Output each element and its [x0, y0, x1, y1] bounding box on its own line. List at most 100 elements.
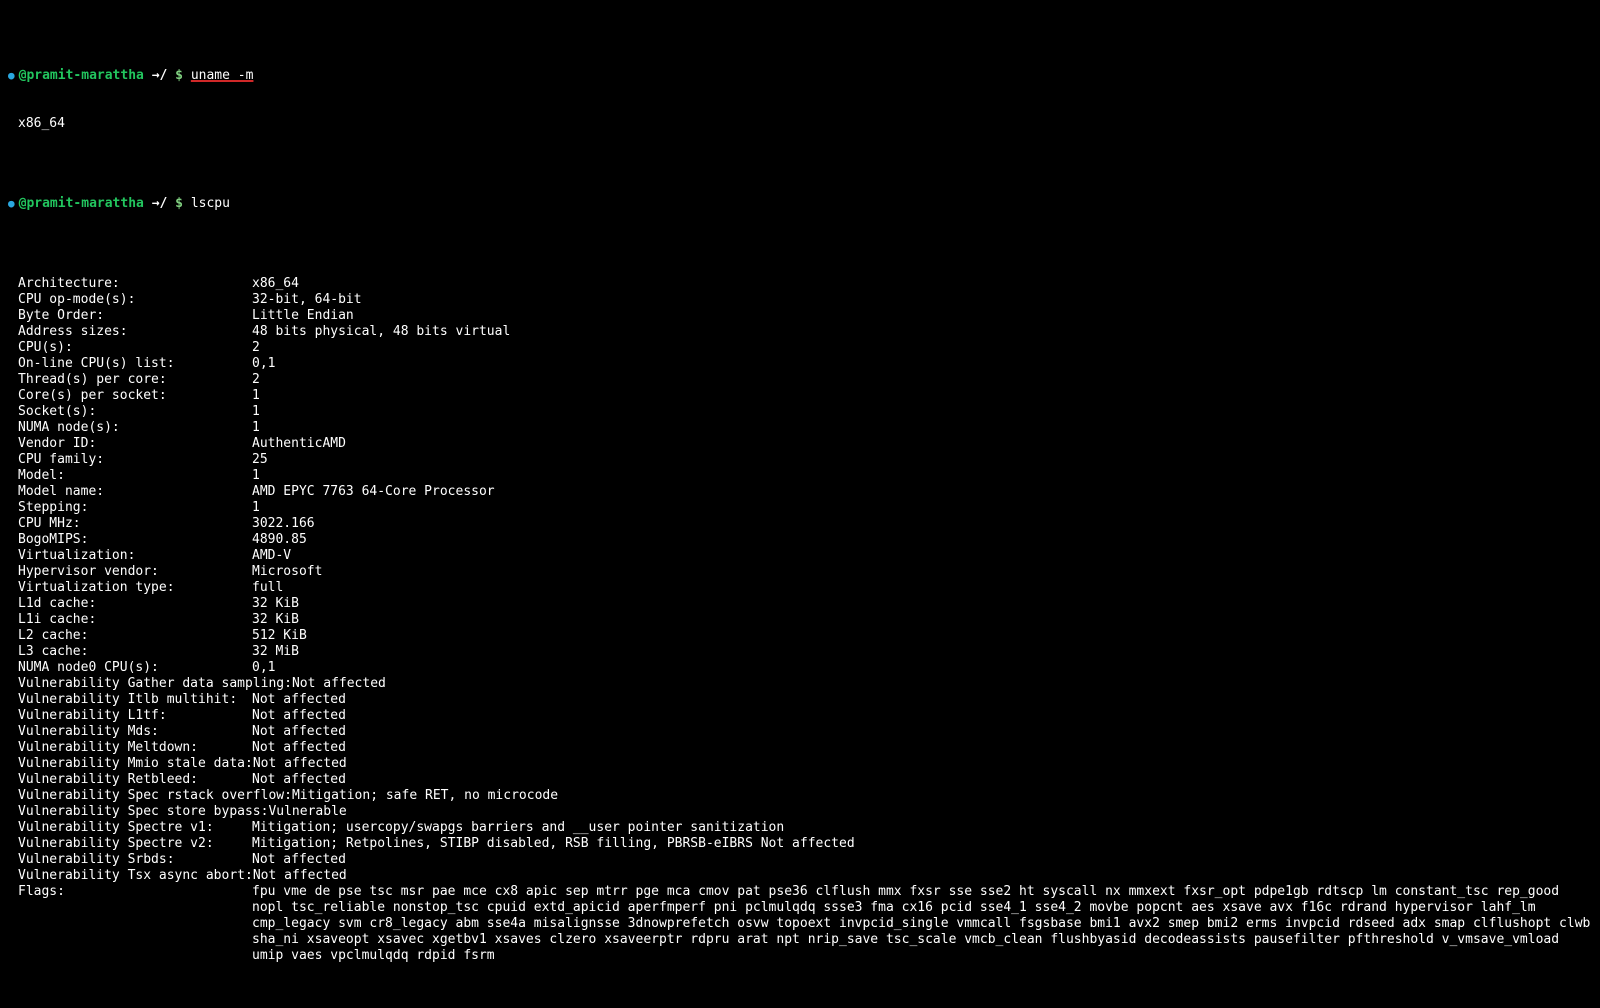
- lscpu-value: 1: [252, 468, 1592, 484]
- lscpu-row: Virtualization type:full: [8, 580, 1592, 596]
- lscpu-value: Not affected: [252, 852, 1592, 868]
- lscpu-value: Mitigation; Retpolines, STIBP disabled, …: [252, 836, 1592, 852]
- lscpu-value: 1: [252, 388, 1592, 404]
- prompt-arrow-icon: →/: [152, 68, 168, 84]
- lscpu-value: Mitigation; usercopy/swapgs barriers and…: [252, 820, 1592, 836]
- lscpu-value: 3022.166: [252, 516, 1592, 532]
- prompt-arrow-icon: →/: [152, 196, 168, 212]
- lscpu-key: BogoMIPS:: [18, 532, 252, 548]
- lscpu-value: Not affected: [253, 756, 1592, 772]
- lscpu-key: Virtualization type:: [18, 580, 252, 596]
- lscpu-row: NUMA node(s):1: [8, 420, 1592, 436]
- lscpu-key: NUMA node(s):: [18, 420, 252, 436]
- lscpu-key: CPU MHz:: [18, 516, 252, 532]
- lscpu-row: CPU op-mode(s):32-bit, 64-bit: [8, 292, 1592, 308]
- lscpu-row: Vulnerability Tsx async abort:Not affect…: [8, 868, 1592, 884]
- lscpu-row: Vulnerability Spec rstack overflow:Mitig…: [8, 788, 1592, 804]
- lscpu-value: 25: [252, 452, 1592, 468]
- lscpu-row: L2 cache:512 KiB: [8, 628, 1592, 644]
- lscpu-key: L1d cache:: [18, 596, 252, 612]
- lscpu-value: fpu vme de pse tsc msr pae mce cx8 apic …: [252, 884, 1592, 964]
- lscpu-value: full: [252, 580, 1592, 596]
- lscpu-value: Not affected: [252, 692, 1592, 708]
- lscpu-key: L2 cache:: [18, 628, 252, 644]
- prompt-dollar: $: [175, 196, 183, 212]
- lscpu-value: Microsoft: [252, 564, 1592, 580]
- lscpu-row: L1i cache:32 KiB: [8, 612, 1592, 628]
- prompt-bullet-icon: ●: [8, 68, 19, 84]
- lscpu-key: CPU op-mode(s):: [18, 292, 252, 308]
- lscpu-row: NUMA node0 CPU(s):0,1: [8, 660, 1592, 676]
- lscpu-key: Vulnerability Srbds:: [18, 852, 252, 868]
- lscpu-row: CPU(s):2: [8, 340, 1592, 356]
- lscpu-key: L1i cache:: [18, 612, 252, 628]
- prompt-dollar: $: [175, 68, 183, 84]
- command-uname: uname -m: [191, 68, 254, 84]
- lscpu-key: Core(s) per socket:: [18, 388, 252, 404]
- lscpu-value: Vulnerable: [268, 804, 1592, 820]
- lscpu-value: x86_64: [252, 276, 1592, 292]
- lscpu-value: Not affected: [292, 676, 1592, 692]
- lscpu-row: Vulnerability Spec store bypass:Vulnerab…: [8, 804, 1592, 820]
- lscpu-row: Flags:fpu vme de pse tsc msr pae mce cx8…: [8, 884, 1592, 964]
- lscpu-value: 4890.85: [252, 532, 1592, 548]
- prompt-user: @pramit-marattha: [19, 68, 144, 84]
- lscpu-row: L1d cache:32 KiB: [8, 596, 1592, 612]
- lscpu-key: Address sizes:: [18, 324, 252, 340]
- lscpu-row: Vulnerability Itlb multihit:Not affected: [8, 692, 1592, 708]
- lscpu-key: Socket(s):: [18, 404, 252, 420]
- lscpu-key: Vendor ID:: [18, 436, 252, 452]
- lscpu-value: Not affected: [252, 740, 1592, 756]
- lscpu-row: CPU MHz:3022.166: [8, 516, 1592, 532]
- shell-prompt-1: ● @pramit-marattha →/ $ uname -m: [8, 68, 1592, 84]
- lscpu-value: 32-bit, 64-bit: [252, 292, 1592, 308]
- lscpu-output: Architecture:x86_64CPU op-mode(s):32-bit…: [8, 276, 1592, 964]
- lscpu-value: Not affected: [252, 708, 1592, 724]
- lscpu-key: Thread(s) per core:: [18, 372, 252, 388]
- lscpu-row: Vendor ID:AuthenticAMD: [8, 436, 1592, 452]
- lscpu-value: 2: [252, 340, 1592, 356]
- lscpu-key: Vulnerability Spec rstack overflow:: [18, 788, 292, 804]
- lscpu-key: Vulnerability Itlb multihit:: [18, 692, 252, 708]
- lscpu-value: 2: [252, 372, 1592, 388]
- lscpu-value: AMD EPYC 7763 64-Core Processor: [252, 484, 1592, 500]
- lscpu-row: BogoMIPS:4890.85: [8, 532, 1592, 548]
- prompt-user: @pramit-marattha: [19, 196, 144, 212]
- lscpu-row: Vulnerability Mmio stale data:Not affect…: [8, 756, 1592, 772]
- lscpu-key: Model:: [18, 468, 252, 484]
- lscpu-row: Hypervisor vendor:Microsoft: [8, 564, 1592, 580]
- lscpu-value: Little Endian: [252, 308, 1592, 324]
- lscpu-row: Vulnerability Spectre v2:Mitigation; Ret…: [8, 836, 1592, 852]
- lscpu-key: Vulnerability Spec store bypass:: [18, 804, 268, 820]
- lscpu-value: Not affected: [252, 724, 1592, 740]
- lscpu-row: Socket(s):1: [8, 404, 1592, 420]
- lscpu-row: Vulnerability Retbleed:Not affected: [8, 772, 1592, 788]
- lscpu-key: On-line CPU(s) list:: [18, 356, 252, 372]
- lscpu-key: NUMA node0 CPU(s):: [18, 660, 252, 676]
- lscpu-value: 32 KiB: [252, 612, 1592, 628]
- lscpu-value: 1: [252, 404, 1592, 420]
- lscpu-row: Vulnerability Meltdown:Not affected: [8, 740, 1592, 756]
- lscpu-row: Thread(s) per core:2: [8, 372, 1592, 388]
- lscpu-value: 0,1: [252, 356, 1592, 372]
- lscpu-row: Stepping:1: [8, 500, 1592, 516]
- lscpu-key: Vulnerability Retbleed:: [18, 772, 252, 788]
- lscpu-key: Vulnerability Gather data sampling:: [18, 676, 292, 692]
- lscpu-key: Vulnerability Mds:: [18, 724, 252, 740]
- lscpu-value: 32 KiB: [252, 596, 1592, 612]
- lscpu-key: Virtualization:: [18, 548, 252, 564]
- lscpu-row: Virtualization:AMD-V: [8, 548, 1592, 564]
- lscpu-key: Hypervisor vendor:: [18, 564, 252, 580]
- lscpu-key: Vulnerability Spectre v2:: [18, 836, 252, 852]
- lscpu-value: Not affected: [252, 772, 1592, 788]
- lscpu-row: Byte Order:Little Endian: [8, 308, 1592, 324]
- shell-prompt-2: ● @pramit-marattha →/ $ lscpu: [8, 196, 1592, 212]
- lscpu-value: 32 MiB: [252, 644, 1592, 660]
- lscpu-key: Model name:: [18, 484, 252, 500]
- lscpu-value: AMD-V: [252, 548, 1592, 564]
- lscpu-value: 0,1: [252, 660, 1592, 676]
- lscpu-value: Not affected: [253, 868, 1592, 884]
- lscpu-row: On-line CPU(s) list:0,1: [8, 356, 1592, 372]
- terminal-output[interactable]: ● @pramit-marattha →/ $ uname -m x86_64 …: [0, 0, 1600, 1008]
- lscpu-key: Architecture:: [18, 276, 252, 292]
